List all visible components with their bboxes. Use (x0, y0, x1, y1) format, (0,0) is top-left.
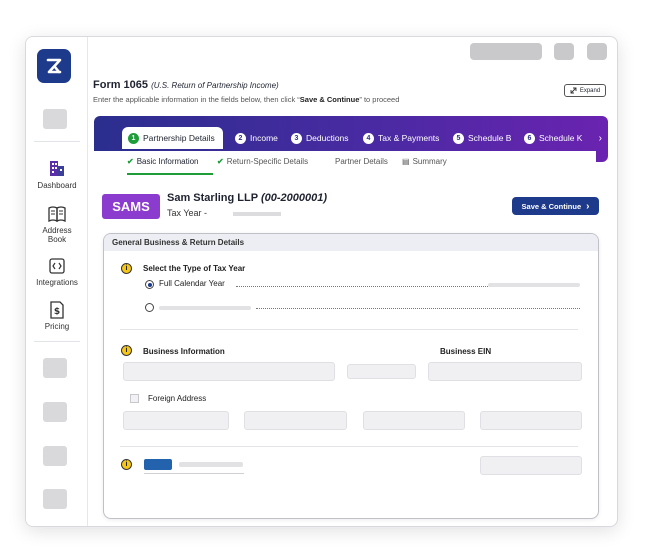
subtab-return-specific-details[interactable]: ✔ Return-Specific Details (217, 157, 308, 166)
option-full-calendar-year: Full Calendar Year (159, 279, 225, 288)
address-field-1[interactable] (123, 411, 229, 430)
active-subtab-indicator (127, 173, 213, 175)
dotted-leader (256, 308, 580, 309)
info-icon[interactable]: i (121, 459, 132, 470)
radio-full-calendar-year[interactable] (145, 280, 154, 289)
sidebar-divider (34, 341, 80, 342)
business-ein-label: Business EIN (440, 347, 492, 356)
sidebar-divider (34, 141, 80, 142)
text-placeholder (159, 306, 251, 310)
dotted-leader (236, 286, 488, 287)
business-information-label: Business Information (143, 347, 225, 356)
sidebar-item-pricing[interactable]: $ Pricing (26, 301, 88, 331)
sidebar: Dashboard Address Book Integrations $ Pri… (26, 37, 88, 526)
sidebar-placeholder (43, 109, 67, 129)
address-field-4[interactable] (480, 411, 582, 430)
app-window: Dashboard Address Book Integrations $ Pri… (25, 36, 618, 527)
page-instructions: Enter the applicable information in the … (93, 95, 400, 104)
expand-button[interactable]: Expand (564, 84, 606, 97)
info-icon[interactable]: i (121, 345, 132, 356)
business-name-field[interactable] (123, 362, 335, 381)
svg-text:$: $ (54, 307, 60, 317)
text-placeholder (179, 462, 243, 467)
company-avatar: SAMS (102, 194, 160, 219)
foreign-address-checkbox[interactable] (130, 394, 139, 403)
foreign-address-label: Foreign Address (148, 394, 207, 403)
general-business-card: General Business & Return Details i Sele… (103, 233, 599, 519)
check-circle-icon: ✔ (217, 157, 224, 166)
sidebar-item-dashboard[interactable]: Dashboard (26, 158, 88, 190)
tab-income[interactable]: 2 Income (235, 128, 278, 148)
subtab-bar: ✔ Basic Information ✔ Return-Specific Deta… (94, 151, 596, 175)
address-field-3[interactable] (363, 411, 465, 430)
tab-tax-payments[interactable]: 4 Tax & Payments (363, 128, 439, 148)
tab-partnership-details[interactable]: 1 Partnership Details (122, 127, 223, 149)
topbar-placeholder[interactable] (554, 43, 574, 60)
sidebar-item-integrations[interactable]: Integrations (26, 257, 88, 287)
expand-icon (570, 87, 577, 94)
chevron-right-icon: › (586, 200, 590, 212)
topbar-placeholder[interactable] (470, 43, 542, 60)
sidebar-item-label: Dashboard (37, 181, 77, 190)
chevron-right-icon[interactable]: › (599, 128, 602, 148)
divider (120, 446, 578, 447)
tab-deductions[interactable]: 3 Deductions (291, 128, 349, 148)
underline (144, 473, 244, 474)
generic-field[interactable] (480, 456, 582, 475)
page-title: Form 1065 (U.S. Return of Partnership In… (93, 79, 279, 91)
tab-schedule-k[interactable]: 6 Schedule K (524, 128, 582, 148)
topbar-placeholder[interactable] (587, 43, 607, 60)
tax-year-type-label: Select the Type of Tax Year (143, 264, 246, 273)
top-bar (88, 37, 617, 69)
address-field-2[interactable] (244, 411, 347, 430)
tax-year-value-placeholder (233, 212, 281, 216)
z-logo-icon[interactable] (37, 49, 71, 83)
company-name: Sam Starling LLP (00-2000001) (167, 192, 327, 204)
integrations-icon (49, 258, 65, 274)
subtab-partner-details[interactable]: Partner Details (335, 157, 388, 166)
save-continue-button[interactable]: Save & Continue › (512, 197, 599, 215)
dashboard-buildings-icon (50, 161, 64, 176)
blue-tag (144, 459, 172, 470)
book-icon (48, 206, 66, 223)
check-circle-icon: ✔ (127, 157, 134, 166)
tab-schedule-b[interactable]: 5 Schedule B (453, 128, 511, 148)
sidebar-item-label: Pricing (44, 322, 70, 331)
sidebar-item-label: Address Book (42, 226, 72, 244)
text-placeholder (488, 283, 580, 287)
business-small-field[interactable] (347, 364, 416, 379)
card-title: General Business & Return Details (104, 234, 598, 251)
sidebar-placeholder (43, 489, 67, 509)
sidebar-placeholder (43, 446, 67, 466)
tax-year-label: Tax Year - (167, 208, 208, 218)
sidebar-placeholder (43, 358, 67, 378)
sidebar-item-label: Integrations (36, 278, 78, 287)
radio-other-tax-year[interactable] (145, 303, 154, 312)
sidebar-item-address-book[interactable]: Address Book (26, 205, 88, 244)
sidebar-placeholder (43, 402, 67, 422)
divider (120, 329, 578, 330)
list-icon: ▤ (402, 157, 410, 166)
subtab-summary[interactable]: ▤ Summary (402, 157, 447, 166)
business-ein-field[interactable] (428, 362, 582, 381)
info-icon[interactable]: i (121, 263, 132, 274)
dollar-doc-icon: $ (50, 301, 64, 319)
subtab-basic-information[interactable]: ✔ Basic Information (127, 157, 199, 166)
